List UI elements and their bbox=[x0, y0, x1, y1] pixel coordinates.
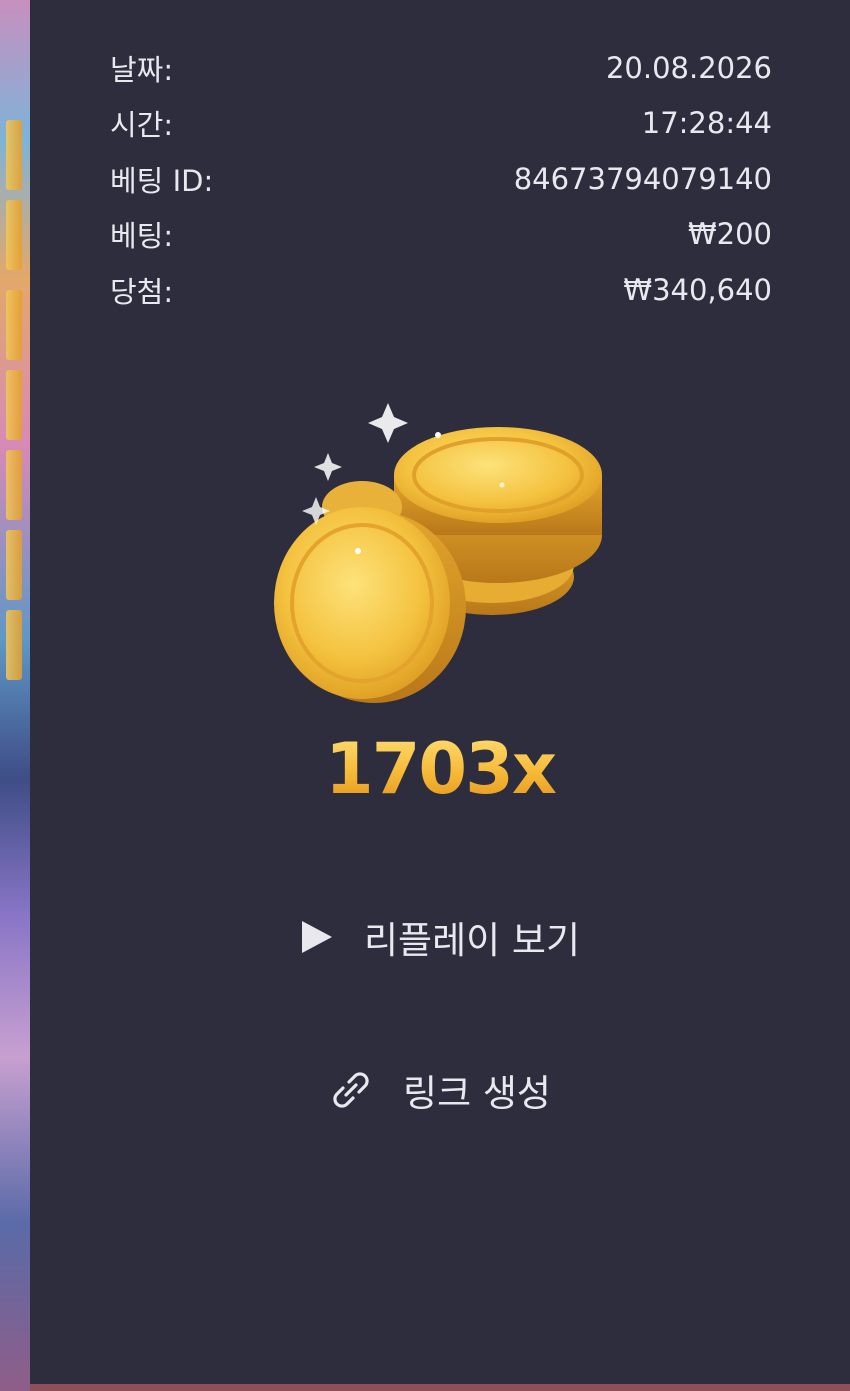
link-icon bbox=[329, 1068, 373, 1112]
bet-amount-label: 베팅: bbox=[110, 219, 174, 254]
game-reel-tile bbox=[6, 610, 22, 680]
time-value: 17:28:44 bbox=[641, 106, 772, 141]
bet-time-row: 시간: 17:28:44 bbox=[110, 96, 772, 152]
game-reel-tile bbox=[6, 120, 22, 190]
game-reel-tile bbox=[6, 530, 22, 600]
replay-button[interactable]: 리플레이 보기 bbox=[30, 907, 850, 967]
game-reel-tile bbox=[6, 290, 22, 360]
play-icon bbox=[300, 919, 334, 955]
create-link-button[interactable]: 링크 생성 bbox=[30, 1060, 850, 1120]
time-label: 시간: bbox=[110, 108, 174, 143]
win-amount-label: 당첨: bbox=[110, 274, 174, 309]
replay-button-label: 리플레이 보기 bbox=[363, 919, 580, 962]
background-game-strip-bottom bbox=[30, 1384, 850, 1391]
game-reel-tile bbox=[6, 450, 22, 520]
win-amount-value: ₩340,640 bbox=[623, 272, 772, 307]
date-value: 20.08.2026 bbox=[605, 50, 772, 85]
bet-details-list: 날짜: 20.08.2026 시간: 17:28:44 베팅 ID: 84673… bbox=[110, 40, 772, 318]
bet-date-row: 날짜: 20.08.2026 bbox=[110, 40, 772, 96]
date-label: 날짜: bbox=[110, 52, 174, 87]
background-game-strip bbox=[0, 0, 30, 1391]
bet-history-panel: 날짜: 20.08.2026 시간: 17:28:44 베팅 ID: 84673… bbox=[30, 0, 850, 1391]
bet-id-value: 84673794079140 bbox=[513, 161, 772, 196]
gold-coins-icon bbox=[30, 385, 850, 725]
bet-id-row: 베팅 ID: 84673794079140 bbox=[110, 151, 772, 207]
win-multiplier: 1703x bbox=[30, 728, 850, 810]
game-reel-tile bbox=[6, 370, 22, 440]
game-reel-tile bbox=[6, 200, 22, 270]
bet-id-label: 베팅 ID: bbox=[110, 163, 214, 198]
create-link-label: 링크 생성 bbox=[403, 1072, 551, 1115]
bet-amount-value: ₩200 bbox=[687, 217, 772, 252]
bet-amount-row: 베팅: ₩200 bbox=[110, 207, 772, 263]
win-amount-row: 당첨: ₩340,640 bbox=[110, 262, 772, 318]
